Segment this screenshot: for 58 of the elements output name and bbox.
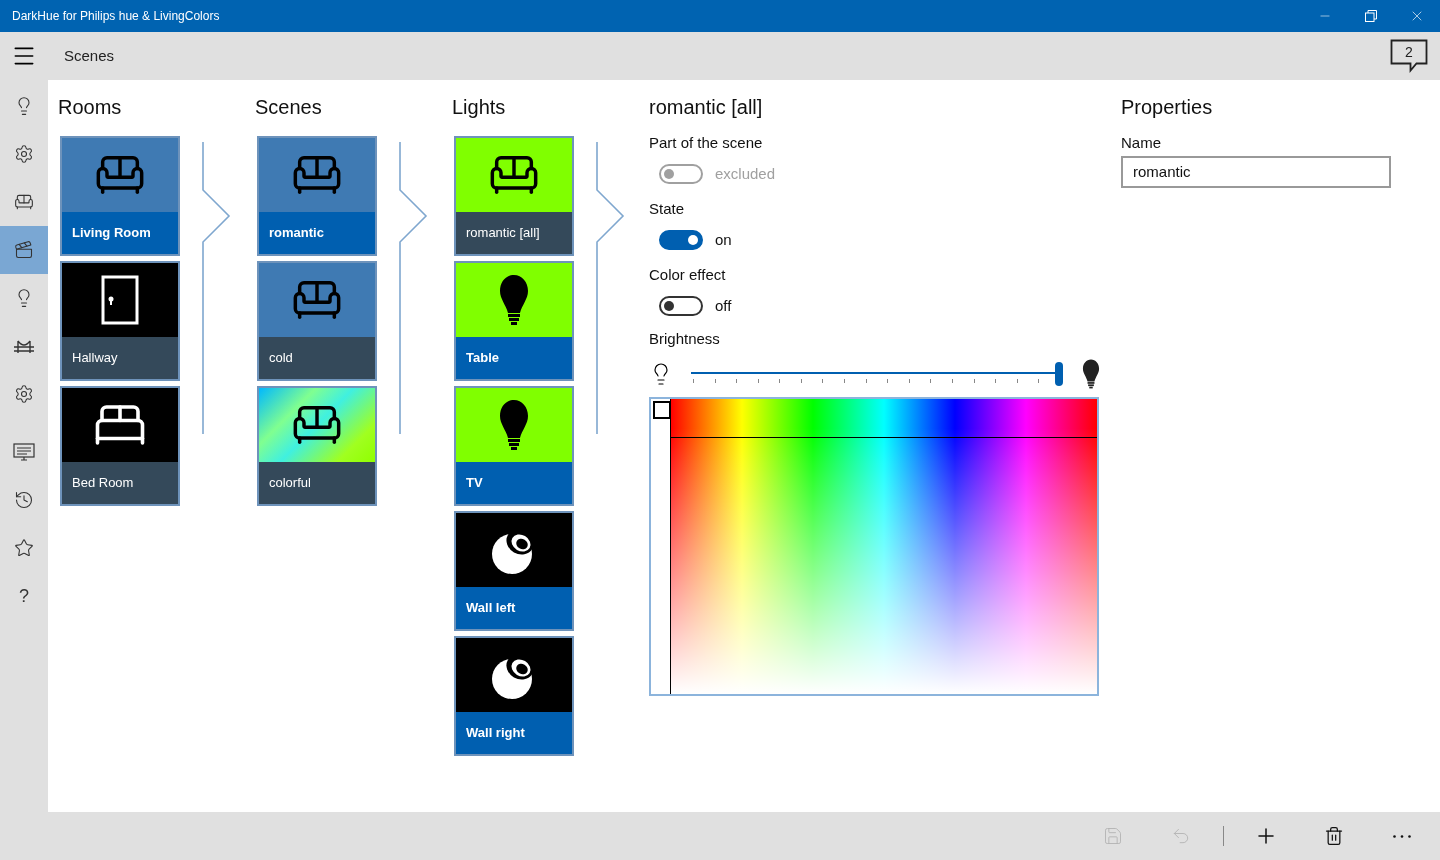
tile[interactable]: Table [454, 261, 574, 381]
window-title: DarkHue for Philips hue & LivingColors [11, 8, 221, 25]
toggle-label: State [649, 199, 686, 219]
bridge-icon [13, 338, 35, 354]
tile-label: Wall left [466, 599, 516, 618]
tile[interactable]: Living Room [60, 136, 180, 256]
field-label: Name [1121, 133, 1162, 153]
detail-title: romantic [all] [649, 95, 764, 120]
tile-label: TV [466, 474, 483, 493]
tile[interactable]: Wall left [454, 511, 574, 631]
toggle-switch[interactable] [659, 229, 703, 250]
page-title: Scenes [64, 45, 116, 66]
tile-label: romantic [269, 224, 324, 243]
tile-label: cold [269, 349, 293, 368]
tile-label: romantic [all] [466, 224, 540, 243]
toggle-value: off [715, 295, 732, 316]
notifications-button[interactable]: 2 [1390, 39, 1428, 73]
column-title: Lights [452, 95, 507, 120]
tile[interactable]: romantic [all] [454, 136, 574, 256]
sidebar-item[interactable]: ? [0, 572, 48, 620]
sidebar-item[interactable] [0, 226, 48, 274]
brightness-label: Brightness [649, 329, 721, 349]
star-icon [14, 538, 34, 558]
toggle-value: excluded [715, 163, 776, 184]
tile[interactable]: colorful [257, 386, 377, 506]
lightbulb-icon [499, 274, 529, 326]
lightbulb-icon [499, 399, 529, 451]
tile[interactable]: Wall right [454, 636, 574, 756]
gear-icon [14, 144, 34, 164]
sofa-icon [14, 192, 34, 212]
gear-icon [14, 384, 34, 404]
tile[interactable]: TV [454, 386, 574, 506]
history-icon [14, 490, 34, 510]
monitor-icon [13, 443, 35, 461]
column-title: Rooms [58, 95, 123, 120]
toggle-value: on [715, 229, 732, 250]
properties-title: Properties [1121, 95, 1214, 120]
tile-label: Wall right [466, 724, 525, 743]
tile-label: Bed Room [72, 474, 134, 493]
tile[interactable]: romantic [257, 136, 377, 256]
tile-label: Table [466, 349, 499, 368]
tile[interactable]: cold [257, 261, 377, 381]
tile-label: colorful [269, 474, 311, 493]
color-picker[interactable] [649, 396, 1099, 696]
restore-icon [1365, 10, 1377, 22]
bright-bulb-icon [1081, 358, 1101, 389]
column-title: Scenes [255, 95, 323, 120]
toggle-switch[interactable] [659, 295, 703, 316]
tile[interactable]: Hallway [60, 261, 180, 381]
toggle-label: Color effect [649, 265, 727, 285]
door-icon [101, 275, 139, 325]
tile-label: Hallway [72, 349, 118, 368]
name-field[interactable]: romantic [1121, 155, 1391, 188]
tile-label: Living Room [72, 224, 151, 243]
clapperboard-icon [14, 240, 34, 260]
tile[interactable]: Bed Room [60, 386, 180, 506]
brightness-slider[interactable] [691, 361, 1063, 386]
toggle-label: Part of the scene [649, 133, 764, 153]
